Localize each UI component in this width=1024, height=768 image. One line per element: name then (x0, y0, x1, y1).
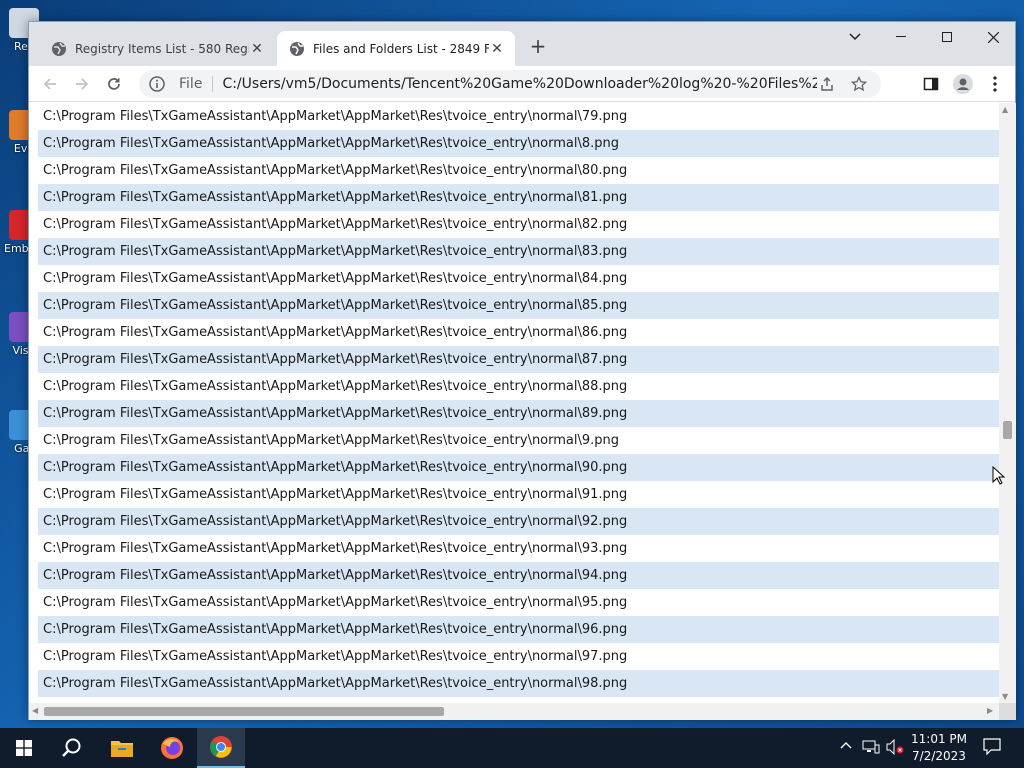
close-tab-icon[interactable]: ✕ (249, 41, 265, 57)
vertical-scroll-thumb[interactable] (1003, 421, 1012, 439)
scroll-up-arrow-icon[interactable]: ▲ (1002, 105, 1008, 114)
forward-arrow-icon[interactable] (70, 72, 94, 96)
chrome-button[interactable] (197, 728, 245, 768)
scroll-right-arrow-icon[interactable]: ▶ (987, 706, 993, 715)
info-icon[interactable] (149, 76, 165, 92)
file-path-row: C:\Program Files\TxGameAssistant\AppMark… (38, 292, 999, 319)
file-path-row: C:\Program Files\TxGameAssistant\AppMark… (43, 541, 628, 556)
mouse-cursor-icon (992, 466, 1006, 485)
file-path-row: C:\Program Files\TxGameAssistant\AppMark… (43, 109, 628, 124)
scrollbar-corner (999, 703, 1016, 720)
start-button[interactable] (0, 728, 48, 768)
bookmark-star-icon[interactable] (849, 74, 869, 94)
taskbar: 11:01 PM 7/2/2023 (0, 728, 1024, 768)
scroll-left-arrow-icon[interactable]: ◀ (32, 706, 38, 715)
search-button[interactable] (48, 728, 96, 768)
notifications-icon[interactable] (983, 737, 1001, 758)
profile-avatar-icon[interactable] (951, 72, 975, 96)
tab-title: Registry Items List - 580 Registry (75, 41, 249, 56)
globe-icon (52, 41, 66, 56)
url-scheme-label: File (179, 76, 214, 92)
file-path-row: C:\Program Files\TxGameAssistant\AppMark… (43, 163, 628, 178)
file-path-row: C:\Program Files\TxGameAssistant\AppMark… (38, 400, 999, 427)
file-path-row: C:\Program Files\TxGameAssistant\AppMark… (43, 595, 628, 610)
share-icon[interactable] (817, 74, 837, 94)
file-path-row: C:\Program Files\TxGameAssistant\AppMark… (38, 616, 999, 643)
firefox-button[interactable] (148, 728, 196, 768)
file-path-row: C:\Program Files\TxGameAssistant\AppMark… (43, 217, 628, 232)
file-path-row: C:\Program Files\TxGameAssistant\AppMark… (38, 238, 999, 265)
close-window-button[interactable] (970, 22, 1016, 52)
file-list: C:\Program Files\TxGameAssistant\AppMark… (29, 103, 999, 703)
file-path-row: C:\Program Files\TxGameAssistant\AppMark… (43, 649, 628, 664)
file-path-row: C:\Program Files\TxGameAssistant\AppMark… (38, 184, 999, 211)
folder-icon (111, 741, 133, 757)
chrome-icon (210, 736, 232, 758)
file-path-row: C:\Program Files\TxGameAssistant\AppMark… (43, 325, 628, 340)
file-path-row: C:\Program Files\TxGameAssistant\AppMark… (38, 454, 999, 481)
side-panel-icon[interactable] (919, 72, 943, 96)
horizontal-scroll-thumb[interactable] (44, 707, 444, 716)
show-hidden-icons-chevron-icon[interactable] (840, 738, 852, 752)
file-path-row: C:\Program Files\TxGameAssistant\AppMark… (38, 346, 999, 373)
browser-toolbar: File C:/Users/vm5/Documents/Tencent%20Ga… (29, 66, 1015, 102)
firefox-icon (161, 737, 183, 759)
system-clock[interactable]: 11:01 PM 7/2/2023 (900, 731, 978, 765)
maximize-button[interactable] (924, 22, 970, 52)
clock-time: 11:01 PM (911, 732, 967, 746)
file-explorer-button[interactable] (98, 728, 146, 768)
file-path-row: C:\Program Files\TxGameAssistant\AppMark… (38, 130, 999, 157)
horizontal-scrollbar[interactable]: ◀ ▶ (29, 703, 999, 720)
file-path-row: C:\Program Files\TxGameAssistant\AppMark… (43, 379, 628, 394)
windows-logo-icon (16, 740, 32, 756)
reload-icon[interactable] (102, 72, 126, 96)
close-tab-icon[interactable]: ✕ (489, 41, 505, 57)
tab-strip: Registry Items List - 580 Registry ✕ Fil… (29, 22, 1015, 66)
file-path-row: C:\Program Files\TxGameAssistant\AppMark… (38, 562, 999, 589)
address-bar[interactable]: File C:/Users/vm5/Documents/Tencent%20Ga… (139, 70, 881, 98)
tab-title: Files and Folders List - 2849 Files (313, 41, 489, 56)
back-arrow-icon[interactable] (38, 72, 62, 96)
file-path-row: C:\Program Files\TxGameAssistant\AppMark… (43, 433, 620, 448)
clock-date: 7/2/2023 (912, 749, 966, 763)
file-path-row: C:\Program Files\TxGameAssistant\AppMark… (43, 271, 628, 286)
network-icon[interactable] (862, 740, 880, 757)
search-icon (62, 738, 81, 757)
tab-search-icon[interactable] (832, 22, 878, 52)
file-path-row: C:\Program Files\TxGameAssistant\AppMark… (38, 508, 999, 535)
minimize-button[interactable] (878, 22, 924, 52)
browser-window: Registry Items List - 580 Registry ✕ Fil… (28, 21, 1016, 720)
file-path-row: C:\Program Files\TxGameAssistant\AppMark… (43, 487, 628, 502)
new-tab-button[interactable]: + (527, 35, 549, 57)
tab-files-and-folders[interactable]: Files and Folders List - 2849 Files ✕ (277, 31, 515, 66)
tab-registry-items[interactable]: Registry Items List - 580 Registry ✕ (39, 31, 275, 66)
scroll-down-arrow-icon[interactable]: ▼ (1002, 692, 1008, 701)
url-text[interactable]: C:/Users/vm5/Documents/Tencent%20Game%20… (222, 76, 817, 92)
menu-kebab-icon[interactable] (983, 72, 1007, 96)
globe-icon (290, 41, 304, 56)
vertical-scrollbar[interactable]: ▲ ▼ (999, 103, 1016, 703)
file-path-row: C:\Program Files\TxGameAssistant\AppMark… (38, 670, 999, 697)
